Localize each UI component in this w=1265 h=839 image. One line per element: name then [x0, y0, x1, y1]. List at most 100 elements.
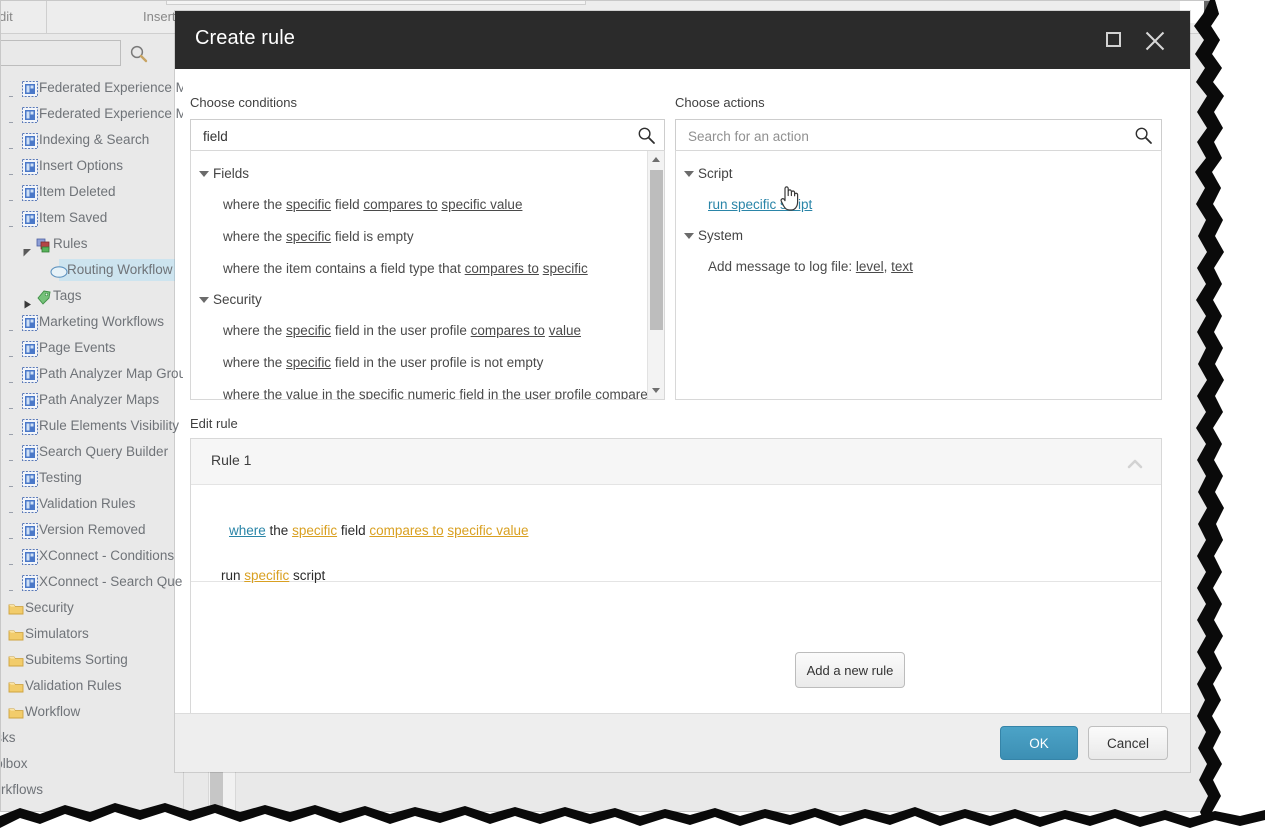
list-item-token[interactable]: specific [286, 229, 331, 244]
decor-chip [1204, 1, 1224, 41]
add-a-new-rule-button[interactable]: Add a new rule [795, 652, 905, 688]
list-item-token[interactable]: text [891, 259, 913, 274]
tree-item-simulators[interactable]: Simulators [1, 621, 183, 647]
tree-item-xconnect-conditions[interactable]: XConnect - Conditions [1, 543, 183, 569]
content-tree[interactable]: Federated Experience Ma Federated Experie… [1, 75, 183, 811]
tree-item-version-removed[interactable]: Version Removed [1, 517, 183, 543]
tree-item-validation-rules[interactable]: Validation Rules [1, 673, 183, 699]
tree-item-security[interactable]: Security [1, 595, 183, 621]
list-item[interactable]: where the specific field is empty [191, 221, 646, 253]
conditions-scrollbar[interactable] [647, 151, 664, 399]
list-group-header[interactable]: Script [676, 159, 1161, 189]
list-item-token[interactable]: specific [286, 355, 331, 370]
tree-item-subitems-sorting[interactable]: Subitems Sorting [1, 647, 183, 673]
tree-item-rules[interactable]: Rules [1, 231, 183, 257]
rule-token[interactable]: specific [292, 523, 337, 538]
list-group-header[interactable]: Security [191, 285, 646, 315]
list-item-token[interactable]: level [856, 259, 884, 274]
decor-chip [1214, 669, 1239, 691]
ok-button[interactable]: OK [1000, 726, 1078, 760]
tree-item-item-deleted[interactable]: Item Deleted [1, 179, 183, 205]
tree-item-rule-elements-visibility[interactable]: Rule Elements Visibility [1, 413, 183, 439]
list-item-token[interactable]: compares to [465, 261, 539, 276]
list-item[interactable]: where the specific field compares to spe… [191, 189, 646, 221]
tree-item-marketing-workflows[interactable]: Marketing Workflows [1, 309, 183, 335]
list-item-token[interactable]: specific [286, 197, 331, 212]
tree-search-area [1, 35, 181, 69]
tree-item-item-saved[interactable]: Item Saved [1, 205, 183, 231]
tree-item-tasks[interactable]: Tasks [1, 725, 183, 751]
list-item-text: where the [223, 323, 287, 338]
template-icon [22, 132, 38, 149]
close-icon[interactable] [1142, 28, 1168, 54]
ribbon-tab-edit[interactable]: dit [1, 1, 47, 33]
list-item-link[interactable]: run specific script [708, 197, 812, 212]
tree-item-path-analyzer-map-group[interactable]: Path Analyzer Map Group [1, 361, 183, 387]
list-item-token[interactable]: value [549, 323, 581, 338]
list-item[interactable]: where the item contains a field type tha… [191, 253, 646, 285]
rule-token[interactable]: compares to [369, 523, 443, 538]
tree-item-path-analyzer-maps[interactable]: Path Analyzer Maps [1, 387, 183, 413]
conditions-search-field[interactable] [190, 119, 665, 152]
list-item-text: numeric field in the user profile [403, 387, 596, 400]
list-item-token[interactable]: compares to [363, 197, 437, 212]
tree-item-search-query-builder[interactable]: Search Query Builder [1, 439, 183, 465]
rule-header[interactable]: Rule 1 [191, 439, 1161, 485]
list-group-header[interactable]: System [676, 221, 1161, 251]
chevron-up-icon[interactable] [1127, 456, 1143, 469]
search-icon[interactable] [637, 126, 656, 145]
conditions-search-input[interactable] [201, 120, 632, 152]
collapse-arrow-icon[interactable] [199, 297, 209, 303]
expand-arrow-icon[interactable] [23, 292, 32, 309]
tree-item-xconnect-search-querie[interactable]: XConnect - Search Querie [1, 569, 183, 595]
list-item[interactable]: Add message to log file: level, text [676, 251, 1161, 283]
tree-item-federated-experience-ma[interactable]: Federated Experience Ma [1, 75, 183, 101]
list-group-label: Script [698, 166, 733, 181]
tree-item-testing[interactable]: Testing [1, 465, 183, 491]
rule-token[interactable]: where [229, 523, 266, 538]
search-icon[interactable] [1134, 126, 1153, 145]
actions-search-input[interactable] [686, 120, 1129, 152]
list-item-token[interactable]: compares [595, 387, 654, 399]
conditions-list[interactable]: Fields where the specific field compares … [190, 150, 665, 400]
scrollbar-thumb[interactable] [650, 170, 663, 330]
rule-condition-line[interactable]: where the specific field compares to spe… [229, 523, 528, 538]
tree-item-label: Path Analyzer Maps [39, 392, 160, 407]
cancel-button[interactable]: Cancel [1088, 726, 1168, 760]
actions-list[interactable]: Script run specific script System Add messa… [675, 150, 1162, 400]
tree-item-toolbox[interactable]: Toolbox [1, 751, 183, 777]
list-item[interactable]: where the specific field in the user pro… [191, 315, 646, 347]
tree-item-insert-options[interactable]: Insert Options [1, 153, 183, 179]
tree-item-workflows[interactable]: Workflows [1, 777, 183, 803]
list-group-header[interactable]: Fields [191, 159, 646, 189]
collapse-arrow-icon[interactable] [684, 171, 694, 177]
scroll-up-icon[interactable] [648, 151, 664, 168]
list-item-token[interactable]: specific value [441, 197, 522, 212]
rule-token[interactable]: specific value [447, 523, 528, 538]
rule-token[interactable]: specific [244, 568, 289, 583]
tree-item-federated-experience-ma[interactable]: Federated Experience Ma [1, 101, 183, 127]
list-item-token[interactable]: compares to [471, 323, 545, 338]
list-item[interactable]: where the value in the specific numeric … [191, 379, 654, 400]
list-item[interactable]: where the specific field in the user pro… [191, 347, 646, 379]
collapse-arrow-icon[interactable] [23, 240, 32, 257]
tree-item-label: Testing [39, 470, 82, 485]
list-item[interactable]: run specific script [676, 189, 1161, 221]
tree-item-workflow[interactable]: Workflow [1, 699, 183, 725]
rule-action-line[interactable]: run specific script [221, 568, 325, 583]
list-item-token[interactable]: specific [286, 323, 331, 338]
tree-item-tags[interactable]: Tags [1, 283, 183, 309]
scroll-down-icon[interactable] [648, 382, 664, 399]
collapse-arrow-icon[interactable] [199, 171, 209, 177]
tree-item-validation-rules[interactable]: Validation Rules [1, 491, 183, 517]
list-item-token[interactable]: specific [359, 387, 404, 399]
actions-search-field[interactable] [675, 119, 1162, 152]
tree-item-indexing-search[interactable]: Indexing & Search [1, 127, 183, 153]
tree-item-routing-workflow[interactable]: Routing Workflow [1, 257, 183, 283]
collapse-arrow-icon[interactable] [684, 233, 694, 239]
search-icon[interactable] [129, 44, 149, 64]
tree-item-page-events[interactable]: Page Events [1, 335, 183, 361]
maximize-icon[interactable] [1102, 28, 1128, 54]
list-item-token[interactable]: specific [543, 261, 588, 276]
tree-search-input[interactable] [1, 40, 121, 66]
